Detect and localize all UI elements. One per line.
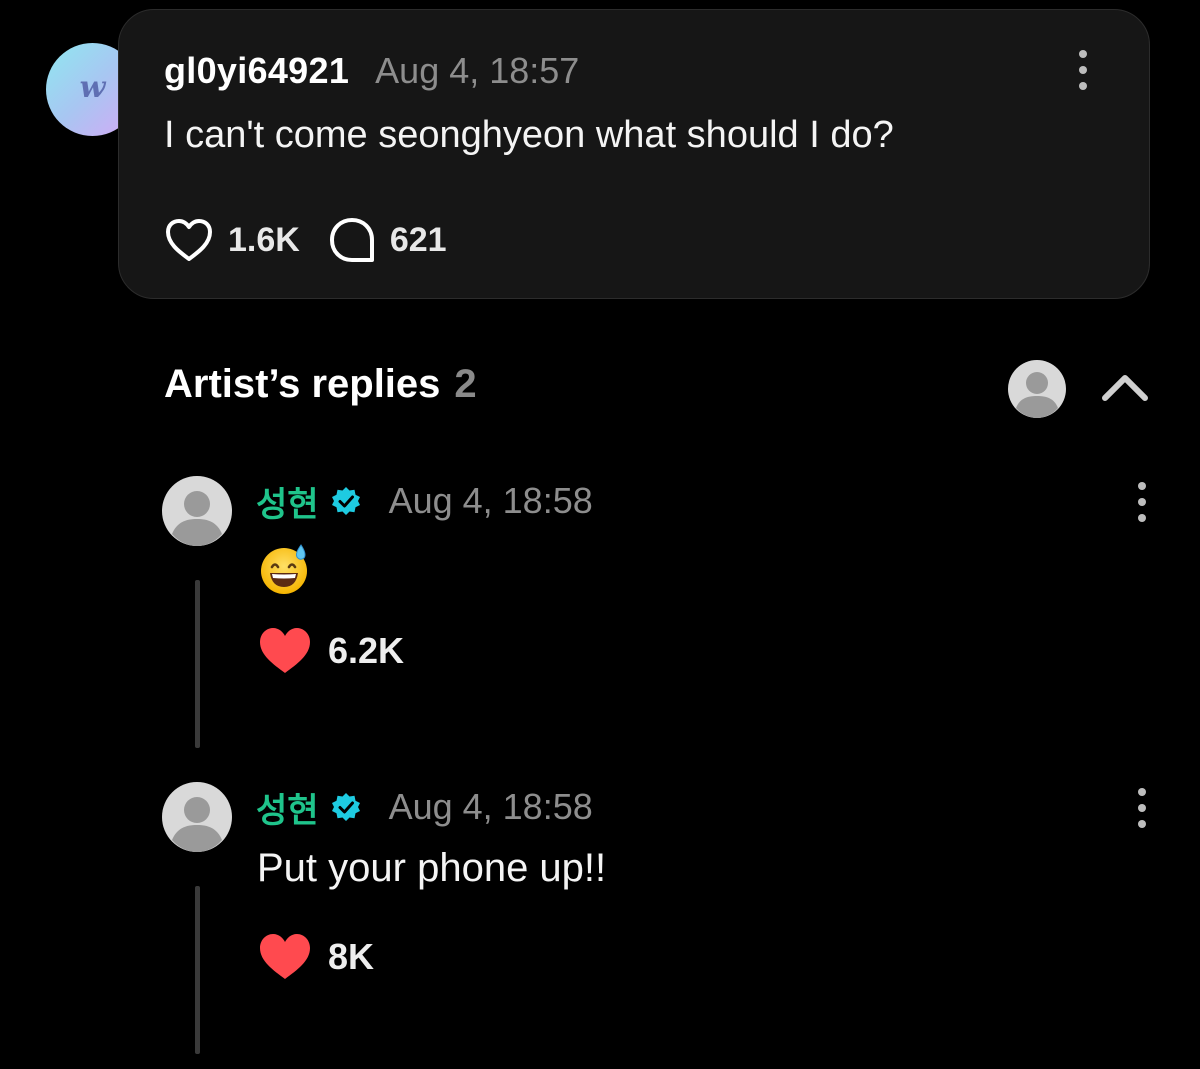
reply-like-button[interactable]: 6.2K [258, 626, 404, 676]
reply-author-name[interactable]: 성현 [256, 783, 319, 832]
more-vertical-icon [1079, 50, 1087, 58]
speech-bubble-icon [329, 218, 374, 262]
reply-like-count: 8K [328, 936, 375, 977]
post-card: gl0yi64921 Aug 4, 18:57 I can't come seo… [118, 9, 1150, 299]
reply-header: 성현 Aug 4, 18:58 [256, 782, 593, 832]
post-comment-button[interactable]: 621 [328, 216, 447, 264]
reply-text: Put your phone up!! [257, 846, 607, 890]
verified-badge-icon [331, 487, 360, 515]
more-vertical-icon [1138, 482, 1146, 490]
heart-filled-icon [260, 628, 310, 673]
post-comment-count: 621 [389, 220, 447, 259]
chevron-up-icon[interactable] [1100, 368, 1150, 408]
reply-header: 성현 Aug 4, 18:58 [256, 476, 593, 526]
reply-more-options-button[interactable] [1130, 482, 1154, 522]
grinning-face-with-sweat-emoji-icon [261, 544, 307, 594]
post-actions: 1.6K 621 [164, 216, 447, 264]
reply-timestamp: Aug 4, 18:58 [388, 786, 593, 827]
post-text: I can't come seonghyeon what should I do… [164, 114, 894, 156]
post-username[interactable]: gl0yi64921 [164, 50, 349, 92]
post-like-count: 1.6K [228, 220, 300, 259]
reply-thread-line [195, 886, 200, 1054]
user-avatar-placeholder-icon[interactable] [162, 782, 232, 852]
reply-timestamp: Aug 4, 18:58 [388, 480, 593, 521]
artist-avatar-icon[interactable] [1008, 360, 1066, 418]
user-avatar-placeholder-icon[interactable] [162, 476, 232, 546]
verified-badge-icon [331, 793, 360, 821]
heart-outline-icon [166, 219, 212, 261]
reply-like-button[interactable]: 8K [258, 932, 374, 982]
weverse-logo: w [79, 70, 106, 105]
reply-like-count: 6.2K [328, 630, 405, 671]
reply-thread-line [195, 580, 200, 748]
reply-more-options-button[interactable] [1130, 788, 1154, 828]
post-header: gl0yi64921 Aug 4, 18:57 [164, 50, 579, 92]
post-like-button[interactable]: 1.6K [164, 217, 300, 263]
post-timestamp: Aug 4, 18:57 [375, 50, 580, 91]
heart-filled-icon [260, 934, 310, 979]
artist-replies-count: 2 [454, 362, 477, 406]
post-more-options-button[interactable] [1071, 50, 1095, 90]
reply-author-name[interactable]: 성현 [256, 477, 319, 526]
more-vertical-icon [1138, 788, 1146, 796]
artist-replies-title: Artist’s replies [164, 362, 441, 406]
artist-replies-header: Artist’s replies 2 [164, 362, 477, 407]
